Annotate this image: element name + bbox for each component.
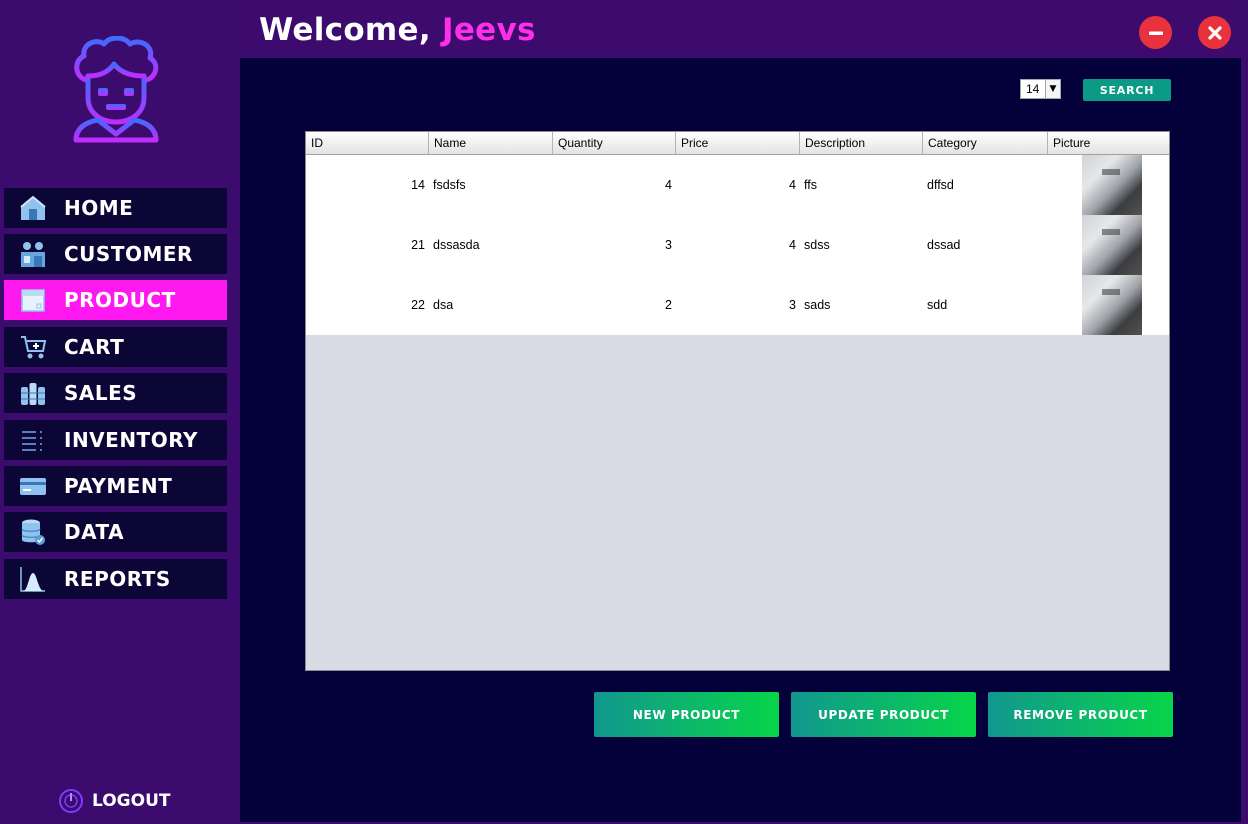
sidebar-item-sales[interactable]: SALES: [4, 373, 227, 413]
column-header-picture[interactable]: Picture: [1048, 132, 1169, 154]
cell-id: 14: [411, 178, 425, 192]
table-header: ID Name Quantity Price Description Categ…: [306, 132, 1169, 155]
sidebar-item-label: PAYMENT: [64, 474, 173, 498]
column-header-category[interactable]: Category: [923, 132, 1048, 154]
cell-category: sdd: [927, 298, 948, 312]
sidebar-item-label: INVENTORY: [64, 428, 198, 452]
sidebar-item-inventory[interactable]: INVENTORY: [4, 420, 227, 460]
column-header-quantity[interactable]: Quantity: [553, 132, 676, 154]
cell-picture: [1048, 215, 1169, 275]
column-header-description[interactable]: Description: [800, 132, 923, 154]
cell-picture: [1048, 275, 1169, 335]
cell-description: sdss: [804, 238, 830, 252]
sidebar-item-data[interactable]: DATA: [4, 512, 227, 552]
update-product-button[interactable]: UPDATE PRODUCT: [791, 692, 976, 737]
cart-icon: [18, 332, 48, 362]
chart-icon: [18, 564, 48, 594]
column-header-id[interactable]: ID: [306, 132, 429, 154]
customer-icon: [18, 239, 48, 269]
cell-quantity: 3: [665, 238, 672, 252]
sidebar-item-label: CART: [64, 335, 125, 359]
username: Jeevs: [442, 12, 536, 48]
sidebar-item-reports[interactable]: REPORTS: [4, 559, 227, 599]
product-thumbnail: [1082, 275, 1142, 335]
minus-icon: [1148, 31, 1163, 35]
cell-price: 4: [789, 178, 796, 192]
sidebar-item-label: SALES: [64, 381, 138, 405]
cell-quantity: 4: [665, 178, 672, 192]
logout-label: LOGOUT: [92, 791, 171, 811]
sidebar-item-customer[interactable]: CUSTOMER: [4, 234, 227, 274]
cell-description: sads: [804, 298, 831, 312]
chevron-down-icon[interactable]: ▼: [1045, 80, 1060, 98]
cell-category: dffsd: [927, 178, 954, 192]
power-icon: [58, 788, 84, 814]
cell-picture: [1048, 155, 1169, 215]
list-icon: [18, 425, 48, 455]
cell-quantity: 2: [665, 298, 672, 312]
column-header-name[interactable]: Name: [429, 132, 553, 154]
sidebar-item-label: CUSTOMER: [64, 242, 193, 266]
close-button[interactable]: [1198, 16, 1231, 49]
table-row[interactable]: 21 dssasda 3 4 sdss dssad: [306, 215, 1169, 275]
table-body: 14 fsdsfs 4 4 ffs dffsd 21 dssasda 3 4 s…: [306, 155, 1169, 335]
new-product-button[interactable]: NEW PRODUCT: [594, 692, 779, 737]
main-panel: Welcome, Jeevs 14 ▼ SEARCH ID Name Quant…: [240, 6, 1241, 822]
sidebar-item-label: REPORTS: [64, 567, 171, 591]
logout-button[interactable]: LOGOUT: [58, 786, 170, 816]
cell-name: dsa: [433, 298, 454, 312]
cell-id: 22: [411, 298, 425, 312]
table-row[interactable]: 22 dsa 2 3 sads sdd: [306, 275, 1169, 335]
user-avatar-icon: [68, 35, 164, 146]
cell-price: 3: [789, 298, 796, 312]
cell-name: fsdsfs: [433, 178, 466, 192]
sidebar-item-label: PRODUCT: [64, 288, 176, 312]
home-icon: [18, 193, 48, 223]
search-button[interactable]: SEARCH: [1083, 79, 1171, 101]
sidebar-item-payment[interactable]: PAYMENT: [4, 466, 227, 506]
title-bar: Welcome, Jeevs: [240, 6, 1241, 58]
sidebar-item-product[interactable]: PRODUCT: [4, 280, 227, 320]
sidebar-item-home[interactable]: HOME: [4, 188, 227, 228]
database-icon: [18, 517, 48, 547]
sidebar-item-label: DATA: [64, 520, 125, 544]
credit-card-icon: [18, 471, 48, 501]
page-title: Welcome, Jeevs: [259, 12, 536, 48]
product-id-select[interactable]: 14 ▼: [1020, 79, 1061, 99]
welcome-greeting: Welcome,: [259, 12, 431, 48]
remove-product-button[interactable]: REMOVE PRODUCT: [988, 692, 1173, 737]
cell-price: 4: [789, 238, 796, 252]
close-icon: [1207, 25, 1222, 40]
cell-id: 21: [411, 238, 425, 252]
product-id-select-value: 14: [1026, 82, 1040, 96]
cell-category: dssad: [927, 238, 961, 252]
product-thumbnail: [1082, 155, 1142, 215]
product-box-icon: [18, 285, 48, 315]
sidebar-item-label: HOME: [64, 196, 134, 220]
coins-icon: [18, 378, 48, 408]
cell-description: ffs: [804, 178, 817, 192]
sidebar-item-cart[interactable]: CART: [4, 327, 227, 367]
product-thumbnail: [1082, 215, 1142, 275]
column-header-price[interactable]: Price: [676, 132, 800, 154]
minimize-button[interactable]: [1139, 16, 1172, 49]
sidebar: HOME CUSTOMER PRODUCT CART SALES INVENTO…: [0, 0, 234, 824]
table-row[interactable]: 14 fsdsfs 4 4 ffs dffsd: [306, 155, 1169, 215]
cell-name: dssasda: [433, 238, 480, 252]
product-table[interactable]: ID Name Quantity Price Description Categ…: [305, 131, 1170, 671]
